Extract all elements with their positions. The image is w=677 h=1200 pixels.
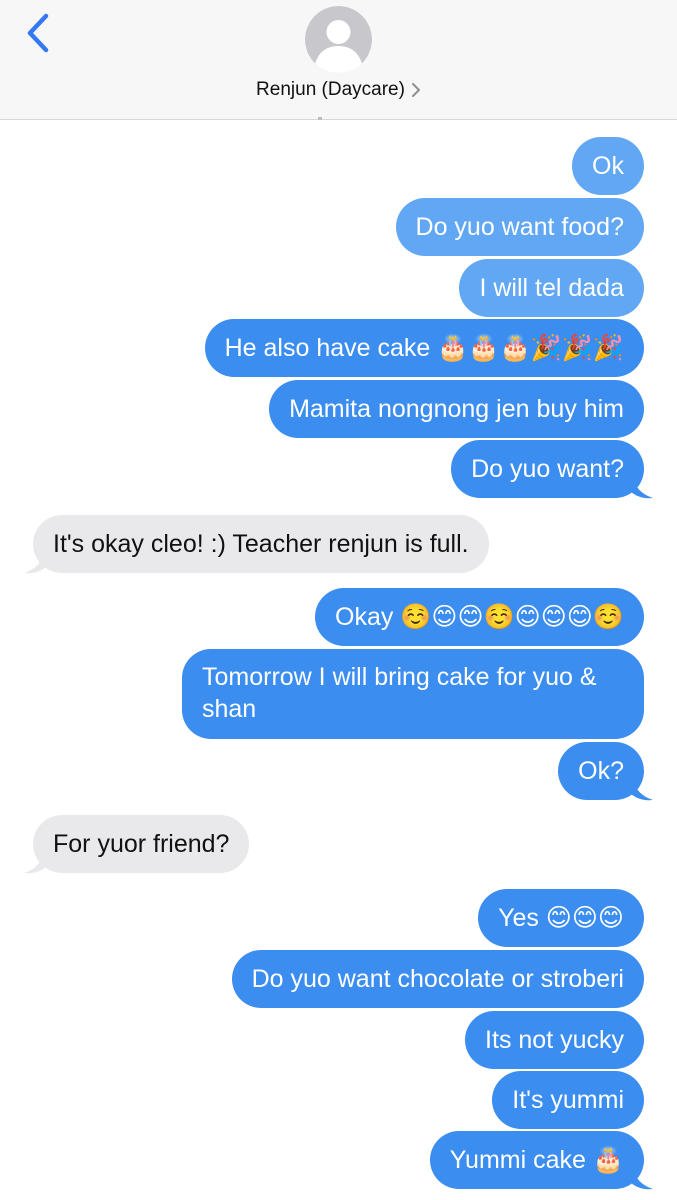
message-text: Tomorrow I will bring cake for yuo & sha… [202,663,597,723]
contact-name: Renjun (Daycare) [256,79,405,100]
received-bubble[interactable]: For yuor friend? [33,815,250,873]
sent-bubble[interactable]: Do yuo want? [451,440,644,498]
sent-bubble[interactable]: He also have cake 🎂🎂🎂🎉🎉🎉 [204,319,644,377]
sent-bubble[interactable]: I will tel dada [459,259,644,317]
sent-bubble[interactable]: Its not yucky [465,1011,644,1069]
message-text: Ok? [578,757,624,785]
contact-avatar[interactable] [305,6,372,73]
sent-bubble[interactable]: It's yummi [492,1071,644,1129]
back-button[interactable] [22,12,56,54]
conversation-header: Renjun (Daycare) [0,0,677,120]
message-text: Its not yucky [485,1026,624,1054]
message-text: I will tel dada [479,274,624,302]
received-bubble[interactable]: It's okay cleo! :) Teacher renjun is ful… [33,515,489,573]
sent-bubble[interactable]: Okay ☺️😊😊☺️😊😊😊☺️ [315,588,644,646]
message-text: Do yuo want food? [415,213,624,241]
message-text: He also have cake 🎂🎂🎂🎉🎉🎉 [224,334,624,362]
message-text: Do yuo want? [471,455,624,483]
message-text: Okay ☺️😊😊☺️😊😊😊☺️ [335,603,624,631]
message-text: It's yummi [512,1086,624,1114]
message-text: Yummi cake 🎂 [449,1146,624,1174]
sent-bubble[interactable]: Yummi cake 🎂 [429,1131,644,1189]
sent-bubble[interactable]: Yes 😊😊😊 [478,889,644,947]
sent-bubble[interactable]: Do yuo want food? [395,198,644,256]
message-text: Mamita nongnong jen buy him [289,395,624,423]
sent-bubble[interactable]: Ok [572,137,644,195]
message-text: Ok [592,152,624,180]
chevron-left-icon [27,13,49,53]
bubble-tail [631,779,653,801]
bubble-tail [631,477,653,499]
message-text: Do yuo want chocolate or stroberi [251,965,624,993]
bubble-tail [631,1168,653,1190]
bubble-tail [24,552,46,574]
person-silhouette-icon [305,6,372,73]
sent-bubble[interactable]: Tomorrow I will bring cake for yuo & sha… [182,649,644,739]
message-text: For yuor friend? [53,830,230,858]
message-text: It's okay cleo! :) Teacher renjun is ful… [53,530,469,558]
sent-bubble[interactable]: Mamita nongnong jen buy him [269,380,644,438]
chevron-right-icon [411,82,420,97]
bubble-tail [24,852,46,874]
sent-bubble[interactable]: Do yuo want chocolate or stroberi [231,950,644,1008]
message-text: Yes 😊😊😊 [498,904,624,932]
message-thread[interactable]: Ok Do yuo want food? I will tel dada He … [0,119,677,1200]
contact-name-button[interactable]: Renjun (Daycare) [0,79,677,105]
